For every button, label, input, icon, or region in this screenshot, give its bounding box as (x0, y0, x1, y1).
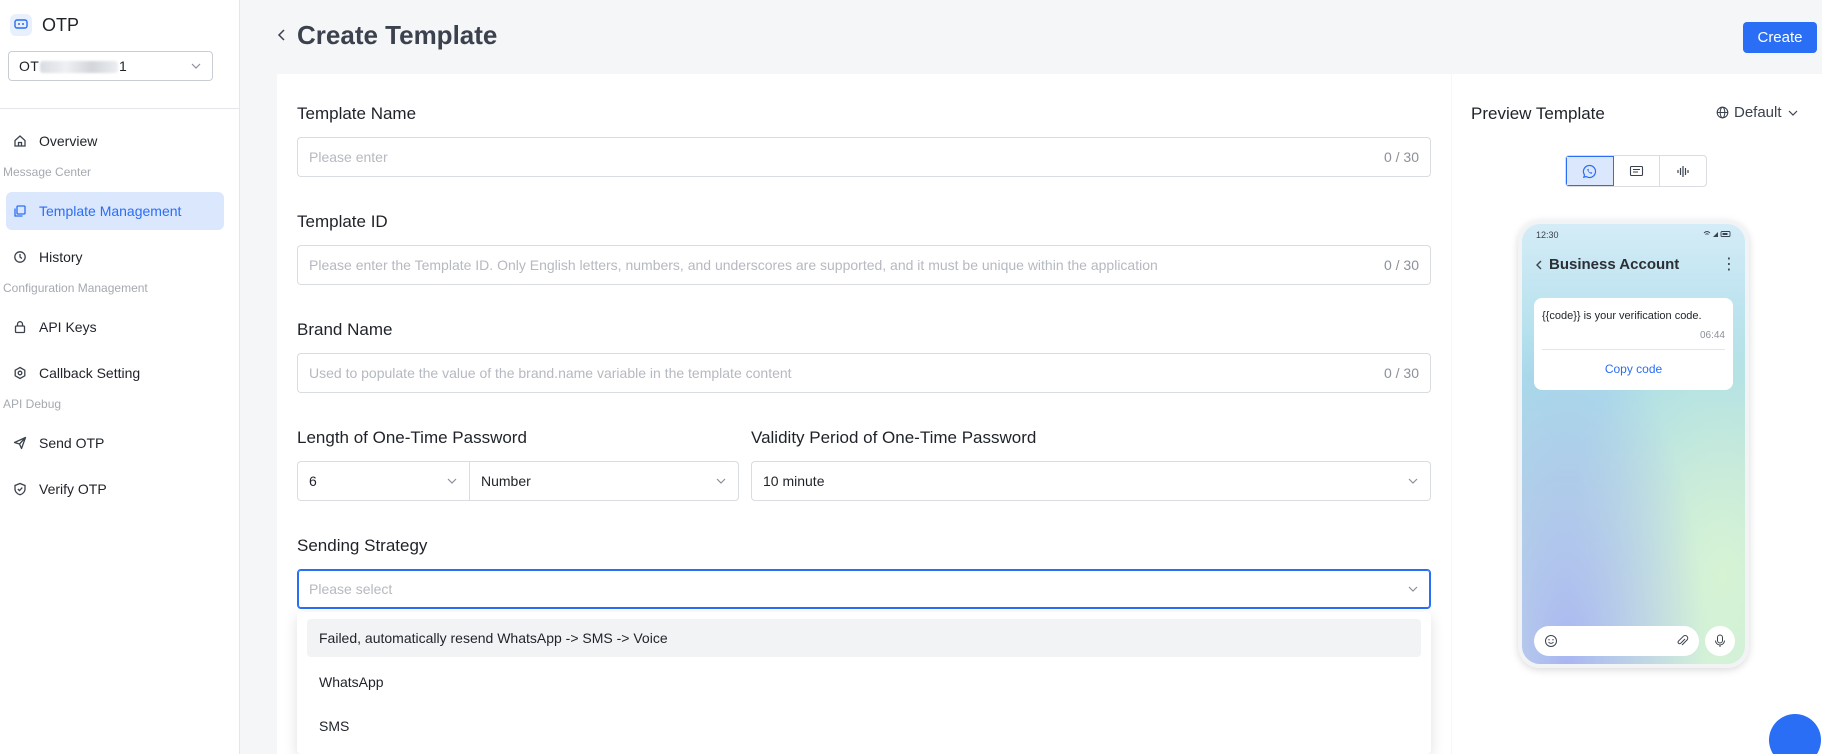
channel-tabs (1565, 155, 1707, 187)
app-title: OTP (42, 14, 80, 35)
brand-name-label: Brand Name (297, 320, 393, 339)
otp-length-label: Length of One-Time Password (297, 428, 527, 447)
nav-group-api-debug: API Debug (3, 397, 62, 411)
otp-type-select[interactable]: Number (469, 461, 739, 501)
sidebar-nav: Overview Message Center Template Managem… (0, 122, 240, 508)
microphone-button[interactable] (1705, 626, 1735, 656)
nav-group-configuration: Configuration Management (3, 281, 148, 295)
sidebar-item-callback-setting[interactable]: Callback Setting (6, 354, 224, 392)
voice-icon (1677, 165, 1689, 177)
copy-template-icon (14, 205, 26, 217)
copy-code-button[interactable]: Copy code (1534, 362, 1733, 376)
language-value: Default (1734, 104, 1782, 121)
template-name-input[interactable]: Please enter 0 / 30 (297, 137, 1431, 177)
chevron-down-icon (1788, 110, 1797, 116)
attachment-icon[interactable] (1675, 634, 1689, 648)
application-select-value: OT 1 (19, 58, 128, 74)
lock-icon (14, 321, 26, 334)
template-name-label: Template Name (297, 104, 417, 123)
otp-logo-icon (10, 14, 32, 36)
sidebar-item-label: Callback Setting (39, 365, 141, 381)
sending-strategy-label: Sending Strategy (297, 536, 428, 555)
sidebar-item-send-otp[interactable]: Send OTP (6, 424, 224, 462)
tab-whatsapp[interactable] (1566, 156, 1614, 186)
app-header: OTP (10, 14, 79, 36)
phone-preview: 12:30 Business Account ⋮ {{code}} is you… (1518, 220, 1749, 668)
brand-name-counter: 0 / 30 (1383, 365, 1419, 381)
message-composer[interactable] (1534, 626, 1699, 656)
template-id-placeholder: Please enter the Template ID. Only Engli… (309, 257, 1158, 273)
validity-select[interactable]: 10 minute (751, 461, 1431, 501)
settings-icon (14, 366, 26, 380)
template-id-label: Template ID (297, 212, 388, 231)
shield-check-icon (14, 482, 26, 496)
otp-length-select[interactable]: 6 (297, 461, 470, 501)
globe-icon (1716, 106, 1729, 119)
microphone-icon (1715, 634, 1725, 647)
sidebar-item-label: Send OTP (39, 435, 105, 451)
sending-strategy-dropdown: Failed, automatically resend WhatsApp ->… (297, 612, 1431, 754)
tab-voice[interactable] (1660, 156, 1706, 186)
brand-name-placeholder: Used to populate the value of the brand.… (309, 365, 792, 381)
nav-group-message-center: Message Center (3, 165, 92, 179)
template-name-placeholder: Please enter (309, 149, 388, 165)
send-icon (13, 436, 27, 450)
sidebar-item-label: API Keys (39, 319, 97, 335)
history-icon (14, 251, 26, 263)
create-button[interactable]: Create (1743, 22, 1817, 53)
sidebar-divider (0, 108, 240, 109)
phone-status-time: 12:30 (1536, 230, 1559, 240)
sidebar-item-label: History (39, 249, 83, 265)
message-bubble: {{code}} is your verification code. 06:4… (1534, 298, 1733, 390)
tab-sms[interactable] (1614, 156, 1661, 186)
strategy-option-failover[interactable]: Failed, automatically resend WhatsApp ->… (307, 619, 1421, 657)
chat-header: Business Account (1534, 256, 1679, 273)
kebab-menu-icon[interactable]: ⋮ (1721, 254, 1737, 274)
strategy-option-sms[interactable]: SMS (307, 707, 1421, 745)
page-title: Create Template (297, 20, 498, 50)
sidebar: OTP OT 1 Overview Message Center Template… (0, 0, 240, 754)
message-time: 06:44 (1699, 330, 1725, 341)
template-name-counter: 0 / 30 (1383, 149, 1419, 165)
bubble-divider (1542, 349, 1725, 350)
application-select[interactable]: OT 1 (8, 51, 213, 81)
chevron-down-icon (1408, 478, 1418, 484)
sidebar-item-template-management[interactable]: Template Management (6, 192, 224, 230)
sidebar-item-history[interactable]: History (6, 238, 224, 276)
otp-length-value: 6 (309, 473, 317, 489)
validity-label: Validity Period of One-Time Password (751, 428, 1037, 447)
redacted-mask (40, 61, 119, 74)
preview-panel: Preview Template Default 12:30 Business … (1452, 74, 1822, 754)
home-icon (14, 135, 26, 147)
template-id-counter: 0 / 30 (1383, 257, 1419, 273)
otp-type-value: Number (481, 473, 531, 489)
emoji-icon[interactable] (1544, 634, 1558, 648)
chat-account-name: Business Account (1549, 256, 1680, 273)
sidebar-item-api-keys[interactable]: API Keys (6, 308, 224, 346)
validity-value: 10 minute (763, 473, 825, 489)
chevron-down-icon (716, 478, 726, 484)
preview-title: Preview Template (1471, 104, 1605, 123)
sending-strategy-placeholder: Please select (309, 581, 393, 597)
template-id-input[interactable]: Please enter the Template ID. Only Engli… (297, 245, 1431, 285)
chevron-down-icon (191, 63, 201, 69)
message-text: {{code}} is your verification code. (1542, 310, 1702, 322)
phone-status-icons (1703, 230, 1733, 240)
sending-strategy-select[interactable]: Please select (297, 569, 1431, 609)
signal-battery-icon (1703, 231, 1731, 237)
chevron-down-icon (447, 478, 457, 484)
sidebar-item-label: Verify OTP (39, 481, 107, 497)
language-select[interactable]: Default (1716, 104, 1799, 121)
sidebar-item-label: Template Management (39, 203, 182, 219)
sidebar-item-verify-otp[interactable]: Verify OTP (6, 470, 224, 508)
back-chevron-icon[interactable] (275, 27, 289, 43)
chevron-down-icon (1408, 586, 1418, 592)
sms-icon (1629, 165, 1644, 176)
sidebar-item-label: Overview (39, 133, 98, 149)
sidebar-item-overview[interactable]: Overview (6, 122, 224, 160)
brand-name-input[interactable]: Used to populate the value of the brand.… (297, 353, 1431, 393)
whatsapp-icon (1583, 164, 1597, 178)
strategy-option-whatsapp[interactable]: WhatsApp (307, 663, 1421, 701)
back-chevron-icon[interactable] (1534, 259, 1543, 271)
